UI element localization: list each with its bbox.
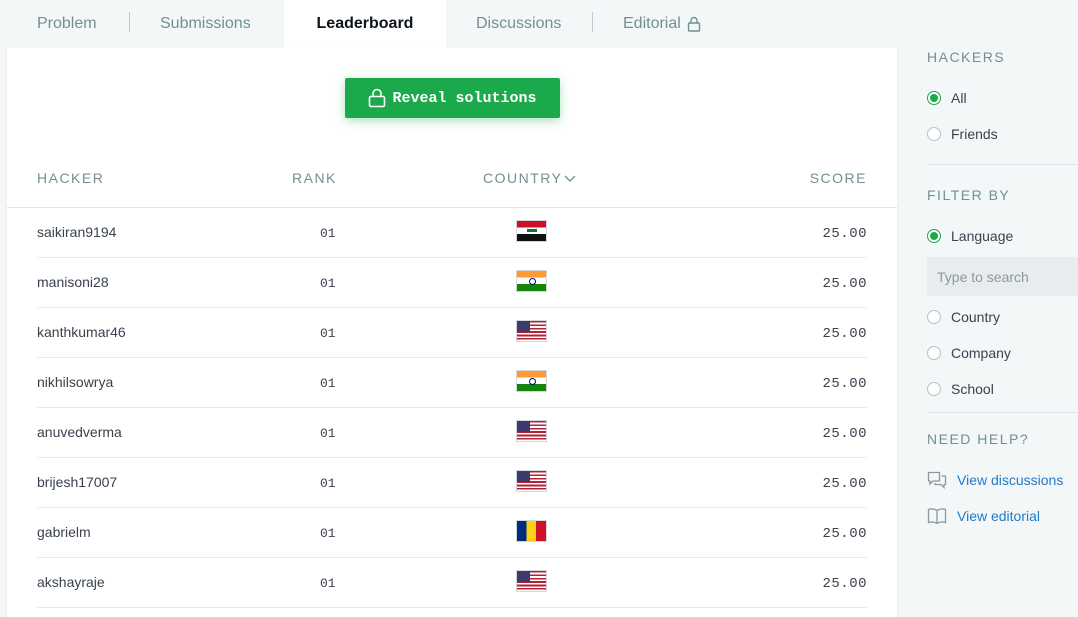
rank-value: 01: [320, 476, 336, 491]
score-value: 25.00: [822, 276, 867, 292]
romania-flag-icon: [516, 520, 547, 542]
hackers-title: HACKERS: [927, 49, 1006, 65]
reveal-solutions-label: Reveal solutions: [392, 89, 537, 107]
radio-friends[interactable]: Friends: [927, 126, 998, 142]
score-value: 25.00: [822, 226, 867, 242]
radio-all[interactable]: All: [927, 90, 967, 106]
filter-sidebar: HACKERS All Friends FILTER BY Language C…: [927, 0, 1078, 617]
rank-value: 01: [320, 376, 336, 391]
hacker-link[interactable]: saikiran9194: [37, 224, 116, 240]
radio-button-icon: [927, 229, 941, 243]
score-value: 25.00: [822, 376, 867, 392]
radio-country-label: Country: [951, 309, 1001, 325]
need-help-title: NEED HELP?: [927, 431, 1030, 447]
radio-button-icon: [927, 346, 941, 360]
discussions-icon: [927, 471, 947, 489]
view-discussions-link[interactable]: View discussions: [927, 471, 1063, 489]
header-hacker: HACKER: [37, 170, 105, 186]
search-input[interactable]: [927, 257, 1078, 296]
hacker-link[interactable]: gabrielm: [37, 524, 91, 540]
view-discussions-label: View discussions: [957, 472, 1064, 488]
filter-by-title: FILTER BY: [927, 187, 1011, 203]
radio-company-label: Company: [951, 345, 1011, 361]
score-value: 25.00: [822, 526, 867, 542]
view-editorial-link[interactable]: View editorial: [927, 507, 1040, 525]
radio-button-icon: [927, 127, 941, 141]
score-value: 25.00: [822, 576, 867, 592]
rank-value: 01: [320, 426, 336, 441]
iraq-flag-icon: [516, 220, 547, 242]
radio-language[interactable]: Language: [927, 228, 1013, 244]
usa-flag-icon: [516, 320, 547, 342]
rank-value: 01: [320, 526, 336, 541]
lock-icon: [369, 88, 386, 108]
header-score: SCORE: [809, 170, 867, 186]
radio-company[interactable]: Company: [927, 345, 1011, 361]
lock-icon: [687, 16, 701, 32]
usa-flag-icon: [516, 570, 547, 592]
radio-language-label: Language: [951, 228, 1014, 244]
header-country-sort[interactable]: COUNTRY: [483, 170, 576, 186]
hacker-link[interactable]: anuvedverma: [37, 424, 122, 440]
radio-school-label: School: [951, 381, 994, 397]
radio-friends-label: Friends: [951, 126, 998, 142]
tab-problem-label: Problem: [37, 15, 97, 32]
table-row: nikhilsowrya 01 25.00: [37, 358, 867, 408]
table-row: kanthkumar46 01 25.00: [37, 308, 867, 358]
leaderboard-rows: saikiran9194 01 25.00 manisoni28 01 25.0…: [37, 208, 867, 608]
tab-problem[interactable]: Problem: [7, 0, 130, 48]
radio-country[interactable]: Country: [927, 309, 1000, 325]
hacker-link[interactable]: brijesh17007: [37, 474, 117, 490]
table-row: akshayraje 01 25.00: [37, 558, 867, 608]
tab-discussions[interactable]: Discussions: [446, 0, 593, 48]
reveal-solutions-button[interactable]: Reveal solutions: [345, 78, 560, 118]
hacker-link[interactable]: manisoni28: [37, 274, 109, 290]
tab-editorial[interactable]: Editorial: [593, 0, 733, 48]
tab-leaderboard[interactable]: Leaderboard: [284, 0, 446, 48]
rank-value: 01: [320, 576, 336, 591]
radio-all-label: All: [951, 90, 967, 106]
header-rank: RANK: [292, 170, 337, 186]
tab-editorial-label: Editorial: [623, 15, 681, 32]
usa-flag-icon: [516, 420, 547, 442]
radio-school[interactable]: School: [927, 381, 994, 397]
table-row: manisoni28 01 25.00: [37, 258, 867, 308]
tab-submissions-label: Submissions: [160, 15, 251, 32]
table-row: saikiran9194 01 25.00: [37, 208, 867, 258]
score-value: 25.00: [822, 426, 867, 442]
header-country-label: COUNTRY: [483, 170, 563, 186]
hacker-link[interactable]: nikhilsowrya: [37, 374, 113, 390]
radio-button-icon: [927, 310, 941, 324]
table-row: brijesh17007 01 25.00: [37, 458, 867, 508]
hacker-link[interactable]: akshayraje: [37, 574, 105, 590]
tab-discussions-label: Discussions: [476, 15, 562, 32]
sidebar-divider: [927, 412, 1078, 413]
table-row: gabrielm 01 25.00: [37, 508, 867, 558]
sidebar-divider: [927, 164, 1078, 165]
table-header: HACKER RANK COUNTRY SCORE: [7, 156, 897, 208]
book-icon: [927, 508, 947, 525]
india-flag-icon: [516, 270, 547, 292]
leaderboard-panel: Reveal solutions HACKER RANK COUNTRY SCO…: [7, 48, 897, 617]
chevron-down-icon: [564, 175, 576, 183]
rank-value: 01: [320, 226, 336, 241]
tab-submissions[interactable]: Submissions: [130, 0, 284, 48]
radio-button-icon: [927, 91, 941, 105]
tab-leaderboard-label: Leaderboard: [316, 15, 414, 32]
score-value: 25.00: [822, 476, 867, 492]
score-value: 25.00: [822, 326, 867, 342]
hacker-link[interactable]: kanthkumar46: [37, 324, 126, 340]
rank-value: 01: [320, 326, 336, 341]
view-editorial-label: View editorial: [957, 508, 1041, 524]
usa-flag-icon: [516, 470, 547, 492]
table-row: anuvedverma 01 25.00: [37, 408, 867, 458]
india-flag-icon: [516, 370, 547, 392]
tab-bar: Problem Submissions Leaderboard Discussi…: [7, 0, 897, 48]
radio-button-icon: [927, 382, 941, 396]
rank-value: 01: [320, 276, 336, 291]
